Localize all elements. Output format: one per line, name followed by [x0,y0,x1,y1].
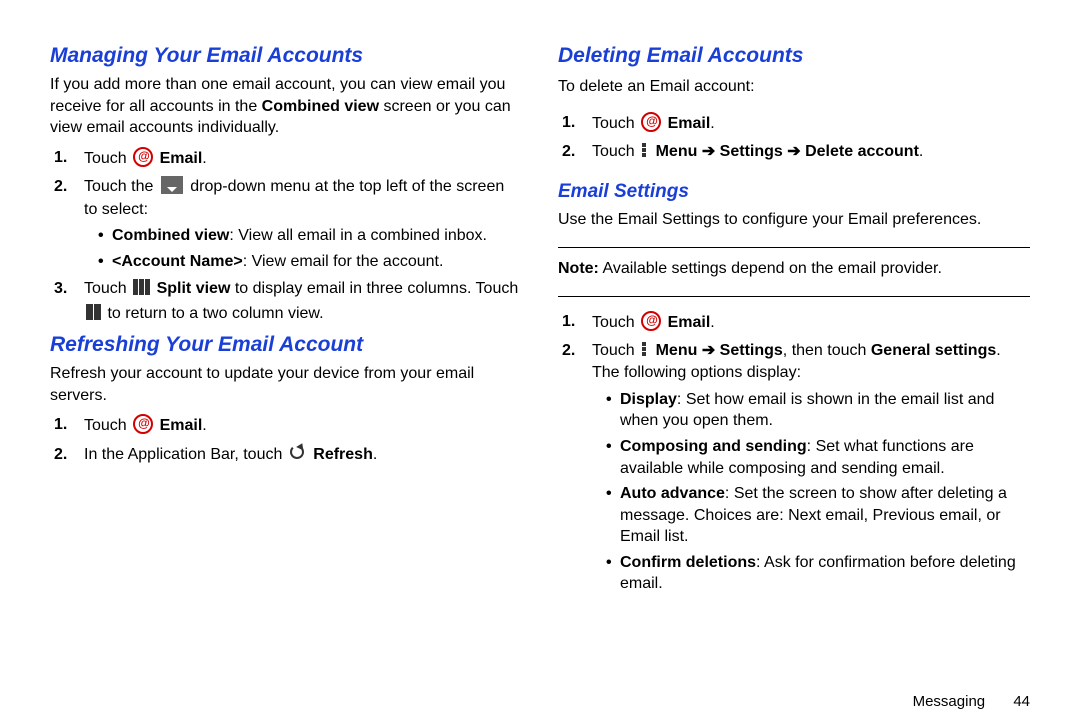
email-settings-paragraph: Use the Email Settings to configure your… [558,209,1030,231]
heading-refreshing-email-account: Refreshing Your Email Account [50,333,522,357]
refresh-icon [289,444,307,462]
dropdown-icon [161,176,183,194]
step-2: In the Application Bar, touch Refresh. [74,444,522,466]
step-2: Touch MenuSettingsDelete account. [582,141,1030,163]
delete-intro-paragraph: To delete an Email account: [558,76,1030,98]
text: Touch [592,115,639,132]
text: Touch [84,417,131,434]
menu-label: Menu [656,143,698,160]
menu-icon [642,142,648,158]
split-view-label: Split view [157,280,231,297]
note-text: Available settings depend on the email p… [599,260,942,277]
option-combined-view: Combined view: View all email in a combi… [98,225,522,247]
menu-icon [642,341,648,357]
three-column-icon [133,279,150,302]
settings-label: Settings [720,143,783,160]
general-settings-options: Display: Set how email is shown in the e… [592,389,1030,595]
text: Touch [592,143,639,160]
right-column: Deleting Email Accounts To delete an Ema… [540,40,1030,710]
divider [558,296,1030,297]
step-3: Touch Split view to display email in thr… [74,278,522,327]
email-icon [641,311,661,331]
option-auto-advance: Auto advance: Set the screen to show aft… [606,483,1030,548]
refresh-intro-paragraph: Refresh your account to update your devi… [50,363,522,406]
settings-label: Settings [720,342,783,359]
arrow-icon [783,143,805,160]
text: In the Application Bar, touch [84,446,287,463]
desc: : Set how email is shown in the email li… [620,391,994,430]
arrow-icon [697,342,719,359]
option-confirm-deletions: Confirm deletions: Ask for confirmation … [606,552,1030,595]
text: Touch [592,314,639,331]
heading-managing-email-accounts: Managing Your Email Accounts [50,44,522,68]
settings-steps-list: Touch Email. Touch Menu Settings, then to… [558,307,1030,602]
heading-email-settings: Email Settings [558,181,1030,203]
managing-intro-paragraph: If you add more than one email account, … [50,74,522,139]
note-label: Note: [558,260,599,277]
two-column-icon [86,304,101,327]
label: Combined view [112,227,229,244]
email-label: Email [668,314,711,331]
step-1: Touch Email. [582,311,1030,334]
delete-account-label: Delete account [805,143,919,160]
step-1: Touch Email. [582,112,1030,135]
managing-steps-list: Touch Email. Touch the drop-down menu at… [50,147,522,327]
page-footer: Messaging 44 [558,683,1030,710]
label: <Account Name> [112,253,243,270]
dropdown-options: Combined view: View all email in a combi… [84,225,522,272]
desc: : View email for the account. [243,253,444,270]
text: , then touch [783,342,871,359]
step-2: Touch the drop-down menu at the top left… [74,176,522,272]
step-1: Touch Email. [74,414,522,437]
desc: : View all email in a combined inbox. [229,227,487,244]
section-name: Messaging [913,693,986,710]
email-label: Email [160,417,203,434]
text: to display email in three columns. Touch [230,280,518,297]
menu-label: Menu [656,342,698,359]
arrow-icon [697,143,719,160]
combined-view-term: Combined view [262,98,379,115]
option-composing: Composing and sending: Set what function… [606,436,1030,479]
left-column: Managing Your Email Accounts If you add … [50,40,540,710]
page-number: 44 [1013,693,1030,710]
option-display: Display: Set how email is shown in the e… [606,389,1030,432]
label: Display [620,391,677,408]
email-label: Email [668,115,711,132]
step-1: Touch Email. [74,147,522,170]
label: Confirm deletions [620,554,756,571]
email-icon [641,112,661,132]
divider [558,247,1030,248]
text: Touch the [84,178,158,195]
email-icon [133,414,153,434]
option-account-name: <Account Name>: View email for the accou… [98,251,522,273]
manual-page: Managing Your Email Accounts If you add … [0,0,1080,720]
general-settings-label: General settings [871,342,996,359]
email-icon [133,147,153,167]
text: to return to a two column view. [103,305,324,322]
label: Auto advance [620,485,725,502]
heading-deleting-email-accounts: Deleting Email Accounts [558,44,1030,68]
refresh-steps-list: Touch Email. In the Application Bar, tou… [50,414,522,466]
step-2: Touch Menu Settings, then touch General s… [582,340,1030,595]
note-paragraph: Note: Available settings depend on the e… [558,258,1030,280]
text: Touch [592,342,639,359]
delete-steps-list: Touch Email. Touch Menu Settings Delete ac… [558,108,1030,170]
refresh-label: Refresh [313,446,373,463]
text: Touch [84,150,131,167]
text: Touch [84,280,131,297]
label: Composing and sending [620,438,807,455]
email-label: Email [160,150,203,167]
